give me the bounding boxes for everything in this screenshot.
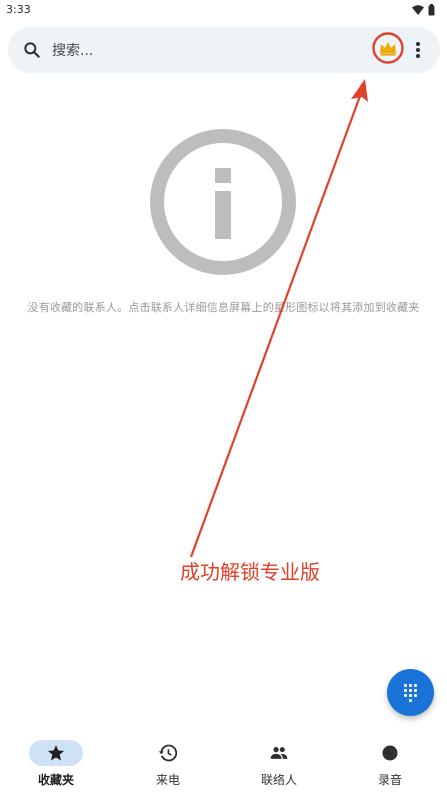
tab-recordings-indicator (363, 740, 417, 766)
crown-icon[interactable] (372, 32, 404, 64)
tab-favorites-indicator (29, 740, 83, 766)
status-time: 3:33 (6, 3, 31, 16)
annotation-label: 成功解锁专业版 (180, 560, 320, 584)
app-screen: 3:33 搜索... 没有收藏的联系人。点击联系人详细信息屏幕上的星形图标以将其… (0, 0, 447, 796)
empty-state-message: 没有收藏的联系人。点击联系人详细信息屏幕上的星形图标以将其添加到收藏夹 (27, 301, 420, 314)
tab-recents-label: 来电 (155, 773, 180, 787)
tab-contacts-label: 联络人 (260, 773, 297, 787)
search-input[interactable] (50, 38, 354, 64)
status-icons (412, 3, 435, 17)
more-options-icon[interactable] (408, 38, 428, 62)
tab-recents-indicator (141, 740, 195, 766)
search-bar[interactable] (8, 27, 440, 73)
dialpad-button[interactable] (387, 669, 434, 716)
tab-contacts-indicator (252, 740, 306, 766)
tab-recents[interactable]: 来电 (113, 730, 223, 796)
battery-icon (428, 4, 435, 16)
annotation-arrow (189, 79, 368, 558)
record-icon (382, 745, 398, 761)
status-bar: 3:33 (0, 0, 447, 20)
search-icon[interactable] (22, 40, 42, 60)
tab-recordings[interactable]: 录音 (335, 730, 445, 796)
history-icon (158, 744, 178, 762)
tab-contacts[interactable]: 联络人 (224, 730, 334, 796)
info-icon (150, 129, 296, 275)
bottom-navigation: 收藏夹 来电 联络人 录音 (0, 730, 447, 796)
star-icon (47, 745, 65, 761)
dialpad-icon (404, 684, 417, 702)
wifi-icon (412, 5, 424, 15)
people-icon (270, 747, 288, 759)
tab-favorites[interactable]: 收藏夹 (1, 730, 111, 796)
tab-recordings-label: 录音 (377, 773, 402, 787)
tab-favorites-label: 收藏夹 (37, 773, 74, 787)
